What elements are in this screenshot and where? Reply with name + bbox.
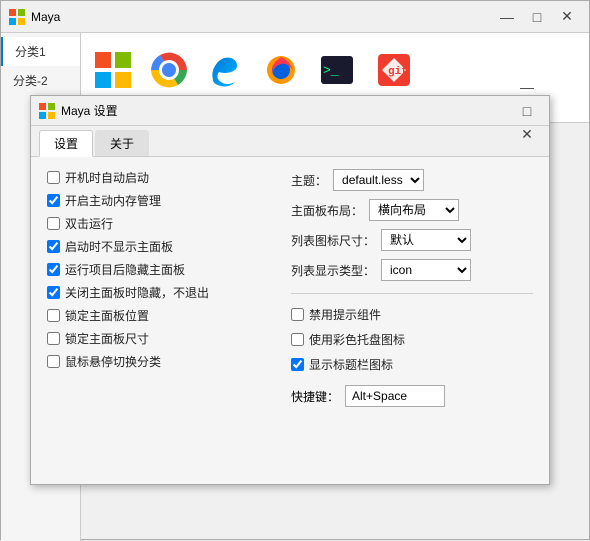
left-col: 开机时自动启动 开启主动内存管理 双击运行 启动时不显示主面板 运行项目后隐藏主… [47, 169, 267, 407]
chk-doubleclick-label: 双击运行 [65, 215, 113, 232]
chk-tooltip[interactable] [291, 308, 304, 321]
svg-text:git: git [388, 66, 408, 78]
chk-hidepanel[interactable] [47, 240, 60, 253]
tab-settings[interactable]: 设置 [39, 130, 93, 157]
chk-hideafter-label: 运行项目后隐藏主面板 [65, 261, 185, 278]
theme-label: 主题： [291, 172, 327, 189]
iconsize-label: 列表图标尺寸： [291, 232, 375, 249]
chk-titleicon-label: 显示标题栏图标 [309, 356, 393, 373]
dialog-minimize-btn[interactable]: — [513, 75, 541, 99]
chk-hidepanel-label: 启动时不显示主面板 [65, 238, 173, 255]
dialog-body: 设置 关于 开机时自动启动 开启主动内存管理 双击运行 [31, 126, 549, 419]
tab-about[interactable]: 关于 [95, 130, 149, 156]
chk-titleicon-row: 显示标题栏图标 [291, 356, 533, 373]
main-title: Maya [31, 10, 493, 24]
maya-app-icon [93, 50, 133, 90]
edge-app-icon [205, 50, 245, 90]
chk-colortray-row: 使用彩色托盘图标 [291, 331, 533, 348]
chk-autostart-label: 开机时自动启动 [65, 169, 149, 186]
chk-doubleclick-row: 双击运行 [47, 215, 267, 232]
theme-row: 主题： default.less [291, 169, 533, 191]
tab-bar: 设置 关于 [31, 126, 549, 157]
sidebar-item-cat2[interactable]: 分类-2 [1, 66, 80, 95]
chk-colortray[interactable] [291, 333, 304, 346]
main-close-btn[interactable]: ✕ [553, 5, 581, 29]
chk-doubleclick[interactable] [47, 217, 60, 230]
chk-locksize[interactable] [47, 332, 60, 345]
dialog-close-btn[interactable]: ✕ [513, 123, 541, 147]
chk-hidepanel-row: 启动时不显示主面板 [47, 238, 267, 255]
chk-locksize-label: 锁定主面板尺寸 [65, 330, 149, 347]
listtype-label: 列表显示类型： [291, 262, 375, 279]
chk-lockpos-label: 锁定主面板位置 [65, 307, 149, 324]
chk-closehide-label: 关闭主面板时隐藏，不退出 [65, 284, 209, 301]
svg-text:>_: >_ [323, 63, 339, 78]
main-win-controls: — □ ✕ [493, 5, 581, 29]
chk-hideafter-row: 运行项目后隐藏主面板 [47, 261, 267, 278]
chk-colortray-label: 使用彩色托盘图标 [309, 331, 405, 348]
shortcut-row: 快捷键： [291, 385, 533, 407]
chk-closehide[interactable] [47, 286, 60, 299]
listtype-select[interactable]: icon [381, 259, 471, 281]
layout-row: 主面板布局： 横向布局 [291, 199, 533, 221]
chk-titleicon[interactable] [291, 358, 304, 371]
divider1 [291, 293, 533, 294]
chk-closehide-row: 关闭主面板时隐藏，不退出 [47, 284, 267, 301]
chk-tooltip-row: 禁用提示组件 [291, 306, 533, 323]
iconsize-row: 列表图标尺寸： 默认 [291, 229, 533, 251]
chk-hover[interactable] [47, 355, 60, 368]
shortcut-label: 快捷键： [291, 388, 339, 405]
main-minimize-btn[interactable]: — [493, 5, 521, 29]
dialog-maximize-btn[interactable]: □ [513, 99, 541, 123]
main-titlebar: Maya — □ ✕ [1, 1, 589, 33]
chk-tooltip-label: 禁用提示组件 [309, 306, 381, 323]
layout-label: 主面板布局： [291, 202, 363, 219]
main-maximize-btn[interactable]: □ [523, 5, 551, 29]
layout-select[interactable]: 横向布局 [369, 199, 459, 221]
dialog-title: Maya 设置 [61, 102, 513, 119]
settings-dialog: Maya 设置 — □ ✕ 设置 关于 开机时自动启动 [30, 95, 550, 485]
shortcut-input[interactable] [345, 385, 445, 407]
chk-hover-row: 鼠标悬停切换分类 [47, 353, 267, 370]
firefox-app-icon [261, 50, 301, 90]
chk-autostart-row: 开机时自动启动 [47, 169, 267, 186]
chk-locksize-row: 锁定主面板尺寸 [47, 330, 267, 347]
listtype-row: 列表显示类型： icon [291, 259, 533, 281]
chk-hideafter[interactable] [47, 263, 60, 276]
tab-content-settings: 开机时自动启动 开启主动内存管理 双击运行 启动时不显示主面板 运行项目后隐藏主… [31, 157, 549, 419]
chk-hover-label: 鼠标悬停切换分类 [65, 353, 161, 370]
dialog-titlebar: Maya 设置 — □ ✕ [31, 96, 549, 126]
chk-memory-label: 开启主动内存管理 [65, 192, 161, 209]
chk-autostart[interactable] [47, 171, 60, 184]
sidebar-item-cat1[interactable]: 分类1 [1, 37, 80, 66]
chk-lockpos-row: 锁定主面板位置 [47, 307, 267, 324]
maya-title-icon [9, 9, 25, 25]
dialog-win-controls: — □ ✕ [513, 75, 541, 147]
theme-select[interactable]: default.less [333, 169, 424, 191]
chk-lockpos[interactable] [47, 309, 60, 322]
dialog-title-icon [39, 103, 55, 119]
iconsize-select[interactable]: 默认 [381, 229, 471, 251]
xshell-app-icon: >_ [317, 50, 357, 90]
chk-memory[interactable] [47, 194, 60, 207]
right-col: 主题： default.less 主面板布局： 横向布局 列表图标尺寸： 默认 [291, 169, 533, 407]
chrome-app-icon [149, 50, 189, 90]
gitbash-app-icon: git [374, 50, 414, 90]
chk-memory-row: 开启主动内存管理 [47, 192, 267, 209]
